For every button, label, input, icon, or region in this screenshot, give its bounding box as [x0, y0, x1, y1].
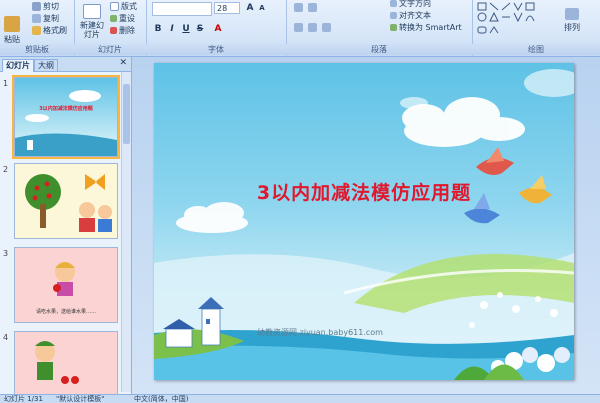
panel-scrollbar[interactable]: [121, 72, 131, 392]
close-icon[interactable]: ✕: [119, 58, 127, 68]
scrollbar-thumb[interactable]: [123, 84, 130, 144]
align-right-icon[interactable]: [322, 23, 331, 32]
slide-thumbnail-2[interactable]: [14, 163, 118, 239]
arrange-button[interactable]: 排列: [564, 8, 580, 33]
slide-number: 1: [3, 79, 9, 88]
slides-group-label: 幻灯片: [74, 44, 146, 55]
cut-button[interactable]: 剪切: [32, 1, 59, 12]
text-direction-button[interactable]: 文字方向: [390, 0, 431, 9]
delete-slide-button[interactable]: 删除: [110, 25, 135, 36]
paste-button[interactable]: 粘贴: [4, 16, 20, 45]
copy-button[interactable]: 复制: [32, 13, 59, 24]
smartart-button[interactable]: 转换为 SmartArt: [390, 22, 462, 33]
drawing-group: 排列 绘图: [472, 0, 600, 56]
thumb-art: [35, 341, 79, 384]
slides-panel: 幻灯片 大纲 ✕ 1 3以内加减法模仿应用题 2 3 请吃水果，送给谁水果…… …: [0, 57, 132, 395]
reset-button[interactable]: 重设: [110, 13, 135, 24]
tab-outline[interactable]: 大纲: [34, 59, 58, 72]
ribbon: 粘贴 剪切 复制 格式刷 剪贴板 新建幻灯片 版式 重设 删除 幻灯片 28 A…: [0, 0, 600, 57]
cloud-shape: [176, 202, 248, 233]
text-direction-icon: [390, 0, 397, 7]
numbering-icon[interactable]: [308, 3, 317, 12]
delete-icon: [110, 27, 117, 34]
slide-number: 2: [3, 165, 9, 174]
slide-number: 3: [3, 249, 9, 258]
align-center-icon[interactable]: [308, 23, 317, 32]
strike-button[interactable]: S: [194, 23, 206, 35]
font-group: 28 A A B I U S A 字体: [146, 0, 287, 56]
thumb-art: [15, 90, 117, 156]
clipboard-group-label: 剪贴板: [0, 44, 74, 55]
font-color-icon[interactable]: A: [212, 23, 224, 35]
brush-icon: [32, 26, 41, 35]
bird-red: [476, 147, 514, 175]
drawing-group-label: 绘图: [472, 44, 600, 55]
shrink-font-icon[interactable]: A: [256, 2, 268, 14]
paragraph-group: 文字方向 对齐文本 转换为 SmartArt 段落: [286, 0, 473, 56]
new-slide-icon: [83, 4, 101, 19]
panel-tabs: 幻灯片 大纲 ✕: [0, 57, 131, 72]
copy-icon: [32, 14, 41, 23]
slide-thumbnail-3[interactable]: 请吃水果，送给谁水果……: [14, 247, 118, 323]
font-size-field[interactable]: 28: [214, 2, 240, 14]
layout-button[interactable]: 版式: [110, 1, 137, 12]
clipboard-group: 粘贴 剪切 复制 格式刷 剪贴板: [0, 0, 75, 56]
scissors-icon: [32, 2, 41, 11]
grow-font-icon[interactable]: A: [244, 2, 256, 14]
slide-watermark: 幼教资源网 ziyuan.baby611.com: [257, 328, 383, 337]
slides-group: 新建幻灯片 版式 重设 删除 幻灯片: [74, 0, 147, 56]
slide-thumbnail-4[interactable]: [14, 331, 118, 395]
slide-number: 4: [3, 333, 9, 342]
layout-icon: [110, 2, 119, 11]
align-text-icon: [390, 12, 397, 19]
italic-button[interactable]: I: [166, 23, 178, 35]
shapes-gallery[interactable]: [476, 1, 566, 41]
font-name-field[interactable]: [152, 2, 212, 16]
new-slide-button[interactable]: 新建幻灯片: [78, 4, 106, 39]
align-left-icon[interactable]: [294, 23, 303, 32]
thumb-caption: 请吃水果，送给谁水果……: [35, 309, 96, 315]
tab-slides[interactable]: 幻灯片: [2, 59, 34, 72]
bold-button[interactable]: B: [152, 23, 164, 35]
slide-editor: 3以内加减法模仿应用题 幼教资源网 ziyuan.baby611.com: [132, 57, 600, 394]
arrange-icon: [565, 8, 579, 20]
font-group-label: 字体: [146, 44, 286, 55]
slide-thumbnail-1[interactable]: 3以内加减法模仿应用题: [12, 75, 120, 159]
slide-title[interactable]: 3以内加减法模仿应用题: [154, 178, 574, 205]
align-text-button[interactable]: 对齐文本: [390, 10, 431, 21]
smartart-icon: [390, 24, 397, 31]
underline-button[interactable]: U: [180, 23, 192, 35]
bullets-icon[interactable]: [294, 3, 303, 12]
paste-icon: [4, 16, 20, 32]
reset-icon: [110, 15, 117, 22]
thumb-art: [25, 174, 112, 232]
slide-canvas[interactable]: 3以内加减法模仿应用题 幼教资源网 ziyuan.baby611.com: [154, 63, 574, 380]
format-painter-button[interactable]: 格式刷: [32, 25, 67, 36]
paragraph-group-label: 段落: [286, 44, 472, 55]
